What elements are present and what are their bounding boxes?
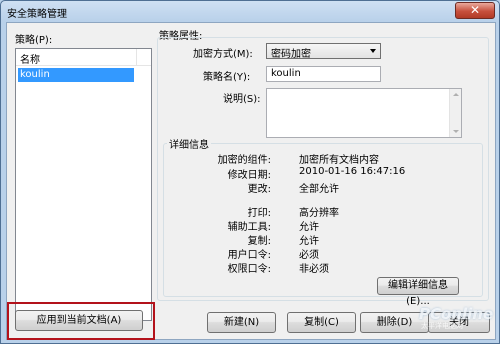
column-divider[interactable] bbox=[136, 49, 137, 65]
detail-value: 加密所有文档内容 bbox=[299, 155, 379, 166]
dialog-window: 安全策略管理 ✕ 策略(P): 名称 koulin 应用到当前文档(A) 策略属… bbox=[0, 0, 500, 344]
policy-name-input[interactable]: koulin bbox=[266, 66, 381, 82]
detail-value: 全部允许 bbox=[299, 184, 339, 195]
description-scrollbar[interactable] bbox=[449, 89, 461, 137]
scroll-up-icon[interactable] bbox=[453, 93, 459, 96]
detail-key: 权限口令: bbox=[227, 264, 271, 275]
policy-name-value: koulin bbox=[271, 68, 301, 79]
scroll-down-icon[interactable] bbox=[453, 130, 459, 133]
description-textarea[interactable] bbox=[266, 88, 462, 138]
encrypt-method-label: 加密方式(M): bbox=[193, 49, 253, 60]
detail-value: 高分辨率 bbox=[299, 208, 339, 219]
detail-key: 加密的组件: bbox=[217, 155, 271, 166]
detail-key: 复制: bbox=[247, 236, 271, 247]
edit-details-button[interactable]: 编辑详细信息(E)... bbox=[377, 277, 459, 307]
column-header-name: 名称 bbox=[20, 55, 40, 66]
detail-key: 用户口令: bbox=[227, 250, 271, 261]
detail-value: 2010-01-16 16:47:16 bbox=[299, 166, 406, 177]
detail-key: 打印: bbox=[247, 208, 271, 219]
title-bar[interactable]: 安全策略管理 ✕ bbox=[1, 1, 499, 21]
detail-value: 非必须 bbox=[299, 264, 329, 275]
new-button[interactable]: 新建(N) bbox=[207, 312, 276, 333]
close-icon: ✕ bbox=[469, 3, 481, 17]
dialog-body: 策略(P): 名称 koulin 应用到当前文档(A) 策略属性: 加密方式(M… bbox=[6, 22, 496, 340]
list-item[interactable]: koulin bbox=[18, 68, 134, 82]
encrypt-method-value: 密码加密 bbox=[271, 49, 311, 60]
detail-key: 更改: bbox=[247, 184, 271, 195]
encrypt-method-select[interactable]: 密码加密 bbox=[266, 43, 381, 60]
policy-list[interactable]: 名称 koulin bbox=[15, 48, 152, 321]
detail-key: 辅助工具: bbox=[227, 222, 271, 233]
details-label: 详细信息 bbox=[167, 136, 211, 151]
apply-to-document-button[interactable]: 应用到当前文档(A) bbox=[15, 310, 143, 331]
description-label: 说明(S): bbox=[223, 94, 261, 105]
watermark-subtitle: 太平洋电脑网 bbox=[421, 322, 463, 330]
list-item-label: koulin bbox=[20, 69, 50, 80]
window-title: 安全策略管理 bbox=[7, 9, 67, 20]
detail-key: 修改日期: bbox=[227, 170, 271, 181]
policy-list-label: 策略(P): bbox=[15, 35, 53, 46]
copy-button[interactable]: 复制(C) bbox=[287, 312, 356, 333]
window-close-button[interactable]: ✕ bbox=[455, 2, 495, 19]
policy-name-label: 策略名(Y): bbox=[203, 72, 251, 83]
chevron-down-icon bbox=[370, 49, 376, 53]
detail-value: 允许 bbox=[299, 222, 319, 233]
detail-value: 必须 bbox=[299, 250, 319, 261]
detail-value: 允许 bbox=[299, 236, 319, 247]
list-column-header[interactable]: 名称 bbox=[16, 49, 151, 66]
